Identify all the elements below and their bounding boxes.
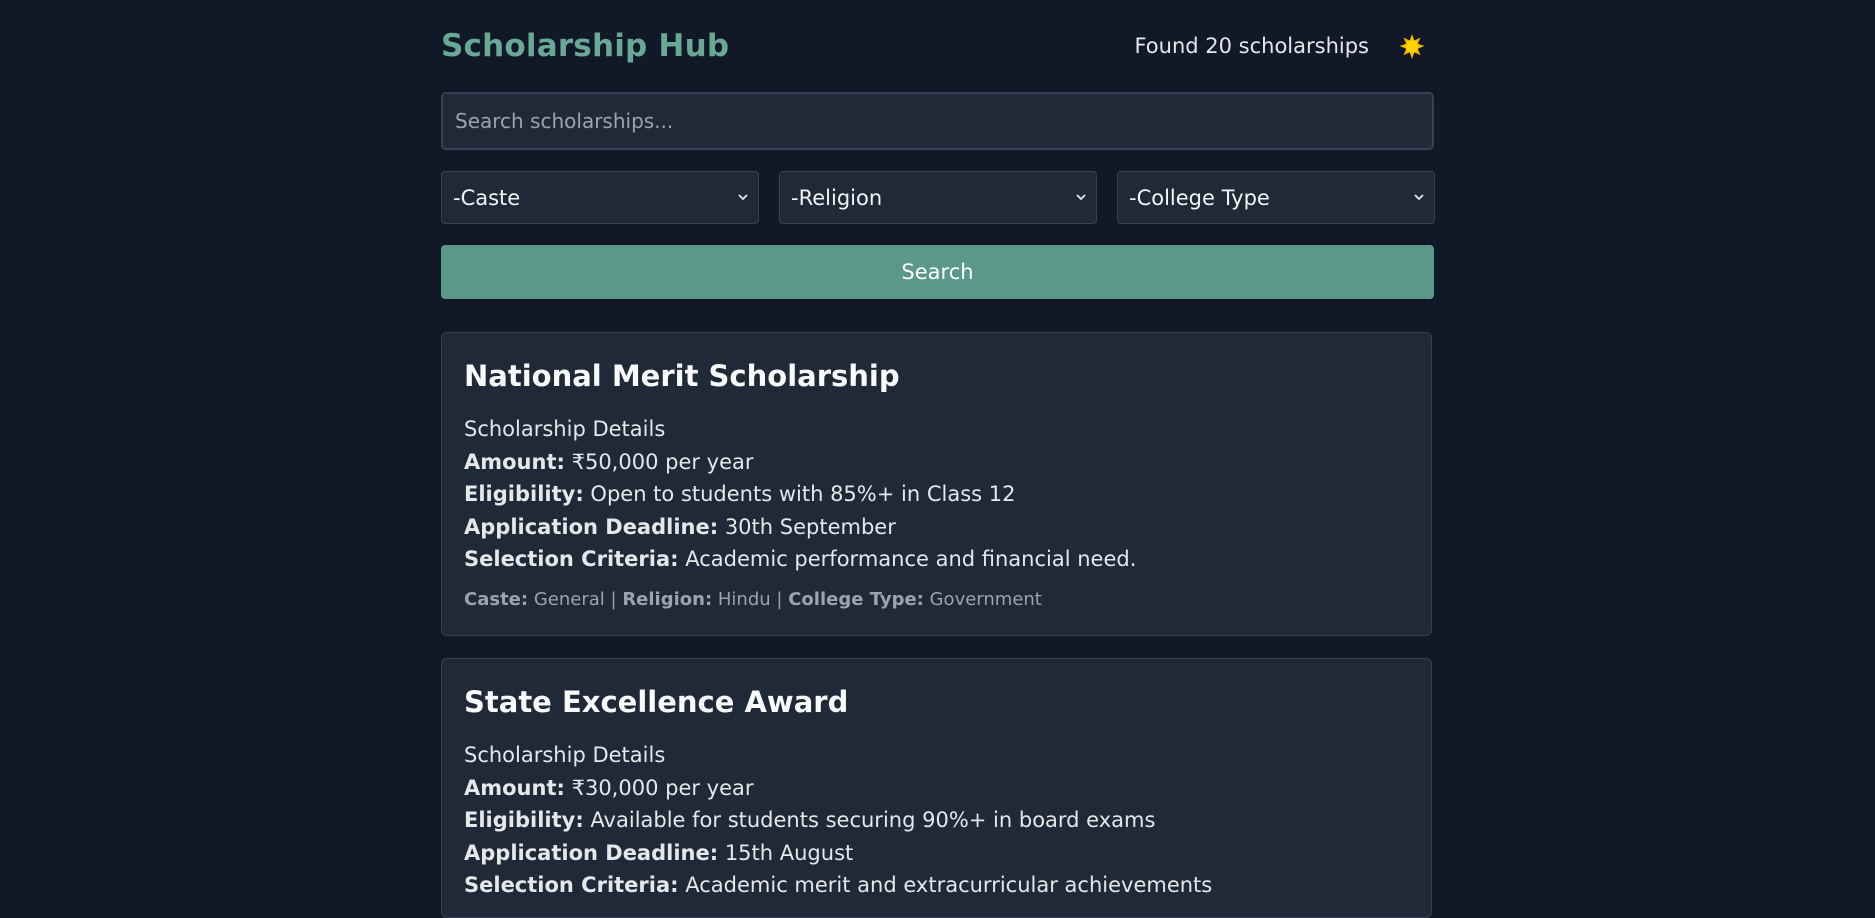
- scholarship-card: State Excellence Award Scholarship Detai…: [441, 658, 1432, 918]
- deadline-value: 30th September: [724, 514, 896, 539]
- deadline-value: 15th August: [724, 840, 854, 865]
- criteria-row: Selection Criteria: Academic merit and e…: [464, 869, 1212, 902]
- chevron-down-icon: [1414, 194, 1424, 201]
- chevron-down-icon: [738, 194, 748, 201]
- amount-row: Amount: ₹50,000 per year: [464, 446, 1136, 479]
- criteria-row: Selection Criteria: Academic performance…: [464, 543, 1136, 576]
- scholarship-title: National Merit Scholarship: [464, 359, 900, 393]
- caste-label: Caste:: [464, 589, 529, 610]
- sun-icon: [1399, 34, 1425, 59]
- college-type-label: College Type:: [788, 589, 924, 610]
- religion-select-value: -Religion: [791, 185, 883, 210]
- meta-separator: |: [776, 589, 783, 610]
- scholarship-meta: Caste: General | Religion: Hindu | Colle…: [464, 589, 1042, 610]
- eligibility-value: Open to students with 85%+ in Class 12: [590, 482, 1016, 506]
- college-type-select[interactable]: -College Type: [1117, 171, 1435, 224]
- eligibility-label: Eligibility:: [464, 808, 584, 832]
- caste-value: General: [533, 589, 605, 610]
- header: Scholarship Hub Found 20 scholarships: [441, 22, 1434, 74]
- amount-row: Amount: ₹30,000 per year: [464, 772, 1212, 805]
- eligibility-value: Available for students securing 90%+ in …: [590, 808, 1156, 832]
- details-heading: Scholarship Details: [464, 417, 666, 441]
- eligibility-row: Eligibility: Available for students secu…: [464, 804, 1212, 837]
- scholarship-title: State Excellence Award: [464, 685, 849, 719]
- criteria-value: Academic merit and extracurricular achie…: [685, 873, 1213, 897]
- details-heading: Scholarship Details: [464, 743, 666, 767]
- college-type-select-value: -College Type: [1129, 185, 1270, 210]
- deadline-row: Application Deadline: 30th September: [464, 511, 1136, 544]
- search-input[interactable]: [441, 92, 1434, 150]
- search-button[interactable]: Search: [441, 245, 1434, 299]
- theme-toggle-button[interactable]: [1397, 32, 1427, 62]
- eligibility-row: Eligibility: Open to students with 85%+ …: [464, 478, 1136, 511]
- scholarship-details: Scholarship Details Amount: ₹50,000 per …: [464, 413, 1136, 576]
- criteria-label: Selection Criteria:: [464, 873, 679, 897]
- religion-value: Hindu: [717, 589, 771, 610]
- scholarship-details: Scholarship Details Amount: ₹30,000 per …: [464, 739, 1212, 902]
- amount-label: Amount:: [464, 775, 565, 800]
- amount-label: Amount:: [464, 449, 565, 474]
- results-count: Found 20 scholarships: [1134, 34, 1369, 58]
- chevron-down-icon: [1076, 194, 1086, 201]
- criteria-label: Selection Criteria:: [464, 547, 679, 571]
- deadline-label: Application Deadline:: [464, 840, 719, 865]
- criteria-value: Academic performance and financial need.: [685, 547, 1137, 571]
- page-title: Scholarship Hub: [441, 28, 730, 64]
- caste-select-value: -Caste: [453, 185, 521, 210]
- amount-value: ₹50,000 per year: [571, 449, 754, 474]
- religion-label: Religion:: [622, 589, 713, 610]
- scholarship-card: National Merit Scholarship Scholarship D…: [441, 332, 1432, 636]
- caste-select[interactable]: -Caste: [441, 171, 759, 224]
- eligibility-label: Eligibility:: [464, 482, 584, 506]
- amount-value: ₹30,000 per year: [571, 775, 754, 800]
- college-type-value: Government: [929, 589, 1042, 610]
- deadline-row: Application Deadline: 15th August: [464, 837, 1212, 870]
- religion-select[interactable]: -Religion: [779, 171, 1097, 224]
- meta-separator: |: [610, 589, 617, 610]
- deadline-label: Application Deadline:: [464, 514, 719, 539]
